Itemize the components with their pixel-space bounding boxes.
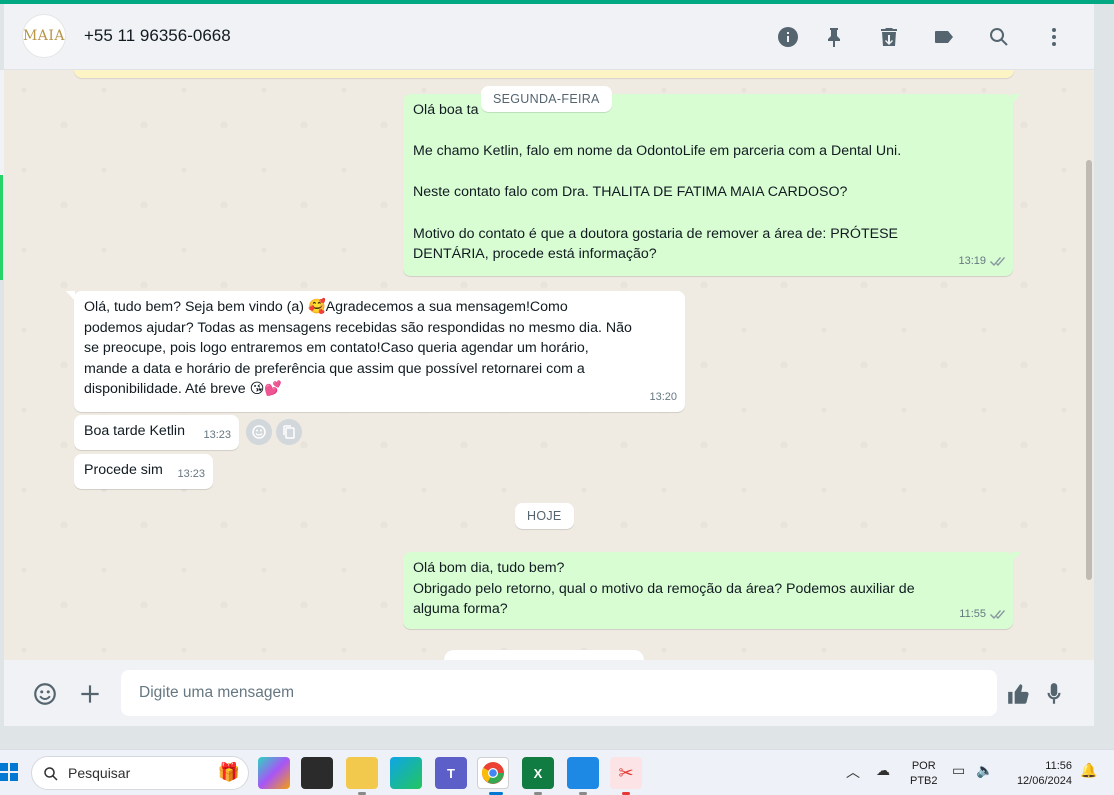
info-icon[interactable] <box>774 23 802 51</box>
tray-language[interactable]: POR PTB2 <box>910 759 938 789</box>
network-icon[interactable]: ▭ <box>952 762 965 779</box>
message-text: Olá, tudo bem? Seja bem vindo (a) 🥰Agrad… <box>84 299 632 398</box>
chrome-icon[interactable] <box>477 757 509 789</box>
message-in[interactable]: Olá, tudo bem? Seja bem vindo (a) 🥰Agrad… <box>66 291 685 412</box>
message-time: 13:20 <box>649 391 677 404</box>
tray-time: 11:56 <box>1045 760 1072 772</box>
tray-date: 12/06/2024 <box>1016 775 1072 787</box>
chat-header: MAIA +55 11 96356-0668 <box>4 4 1094 70</box>
encryption-banner <box>74 70 1014 78</box>
pin-icon[interactable] <box>820 23 848 51</box>
double-check-icon <box>990 257 1005 267</box>
smiley-icon <box>252 425 266 439</box>
taskbar-search-label: Pesquisar <box>68 765 131 781</box>
forward-button[interactable] <box>276 419 302 445</box>
gift-icon: 🎁 <box>217 762 240 782</box>
message-text: Olá bom dia, tudo bem? Obrigado pelo ret… <box>413 560 915 618</box>
bubble-tail <box>1012 94 1021 104</box>
message-meta: 13:23 <box>177 464 205 485</box>
label-icon[interactable] <box>930 23 958 51</box>
message-meta: 11:55 <box>959 604 1005 625</box>
double-check-icon <box>990 610 1005 620</box>
microphone-icon[interactable] <box>1039 679 1069 709</box>
taskbar-search[interactable]: Pesquisar 🎁 <box>31 756 249 790</box>
bubble-tail <box>1012 552 1021 562</box>
notification-bell-icon[interactable]: 🔔 <box>1080 762 1097 779</box>
tray-language-line1: POR <box>911 760 936 772</box>
tray-clock[interactable]: 11:56 12/06/2024 <box>1010 759 1072 789</box>
copilot-icon[interactable] <box>258 757 290 789</box>
date-chip-monday: SEGUNDA-FEIRA <box>481 86 612 112</box>
emoji-icon[interactable] <box>30 679 60 709</box>
message-in[interactable]: Boa tarde Ketlin 13:23 <box>74 415 239 450</box>
snipping-tool-icon[interactable]: ✂ <box>610 757 642 789</box>
windows-taskbar: Pesquisar 🎁 T X ✂ ︿ ☁ POR PTB2 ▭ 🔈 11:56 <box>0 749 1114 795</box>
message-out[interactable]: Olá bom dia, tudo bem? Obrigado pelo ret… <box>403 552 1021 629</box>
left-window-edge-accent <box>0 175 3 280</box>
attach-plus-icon[interactable] <box>75 679 105 709</box>
message-text: Olá boa ta Me chamo Ketlin, falo em nome… <box>413 102 902 263</box>
chat-scrollbar[interactable] <box>1086 160 1092 580</box>
message-meta: 13:23 <box>203 425 231 446</box>
message-time: 13:19 <box>958 255 986 268</box>
teams-icon[interactable]: T <box>435 757 467 789</box>
message-meta: 13:20 <box>649 387 677 408</box>
partial-notice-chip <box>444 650 644 660</box>
edge-icon[interactable] <box>390 757 422 789</box>
message-out[interactable]: Olá boa ta Me chamo Ketlin, falo em nome… <box>403 94 1021 276</box>
notepad-icon[interactable] <box>567 757 599 789</box>
compose-bar <box>4 660 1094 726</box>
message-in[interactable]: Procede sim 13:23 <box>74 454 213 489</box>
tray-language-line2: PTB2 <box>910 775 938 787</box>
contact-name[interactable]: +55 11 96356-0668 <box>84 26 231 46</box>
message-input[interactable] <box>121 670 997 716</box>
message-time: 11:55 <box>959 608 986 621</box>
file-explorer-icon[interactable] <box>346 757 378 789</box>
screen: MAIA +55 11 96356-0668 Olá boa ta Me cha… <box>0 0 1114 795</box>
message-time: 13:23 <box>203 429 231 442</box>
cloud-offline-icon[interactable]: ☁ <box>876 762 890 779</box>
search-icon <box>44 767 58 781</box>
search-icon[interactable] <box>985 23 1013 51</box>
copy-icon <box>283 425 295 439</box>
task-view-icon[interactable] <box>301 757 333 789</box>
windows-start-icon[interactable] <box>0 763 18 781</box>
volume-icon[interactable]: 🔈 <box>976 762 993 779</box>
message-meta: 13:19 <box>958 251 1005 272</box>
excel-icon[interactable]: X <box>522 757 554 789</box>
whatsapp-app: MAIA +55 11 96356-0668 Olá boa ta Me cha… <box>4 4 1094 726</box>
tray-chevron-up-icon[interactable]: ︿ <box>846 762 860 782</box>
react-emoji-button[interactable] <box>246 419 272 445</box>
chat-area[interactable]: Olá boa ta Me chamo Ketlin, falo em nome… <box>4 70 1094 660</box>
avatar[interactable]: MAIA <box>22 14 66 58</box>
menu-icon[interactable] <box>1040 23 1068 51</box>
date-chip-today: HOJE <box>515 503 574 529</box>
thumbs-up-icon[interactable] <box>1004 679 1034 709</box>
bubble-tail <box>66 291 75 301</box>
delete-icon[interactable] <box>875 23 903 51</box>
avatar-logo-text: MAIA <box>22 28 66 44</box>
message-time: 13:23 <box>177 468 205 481</box>
